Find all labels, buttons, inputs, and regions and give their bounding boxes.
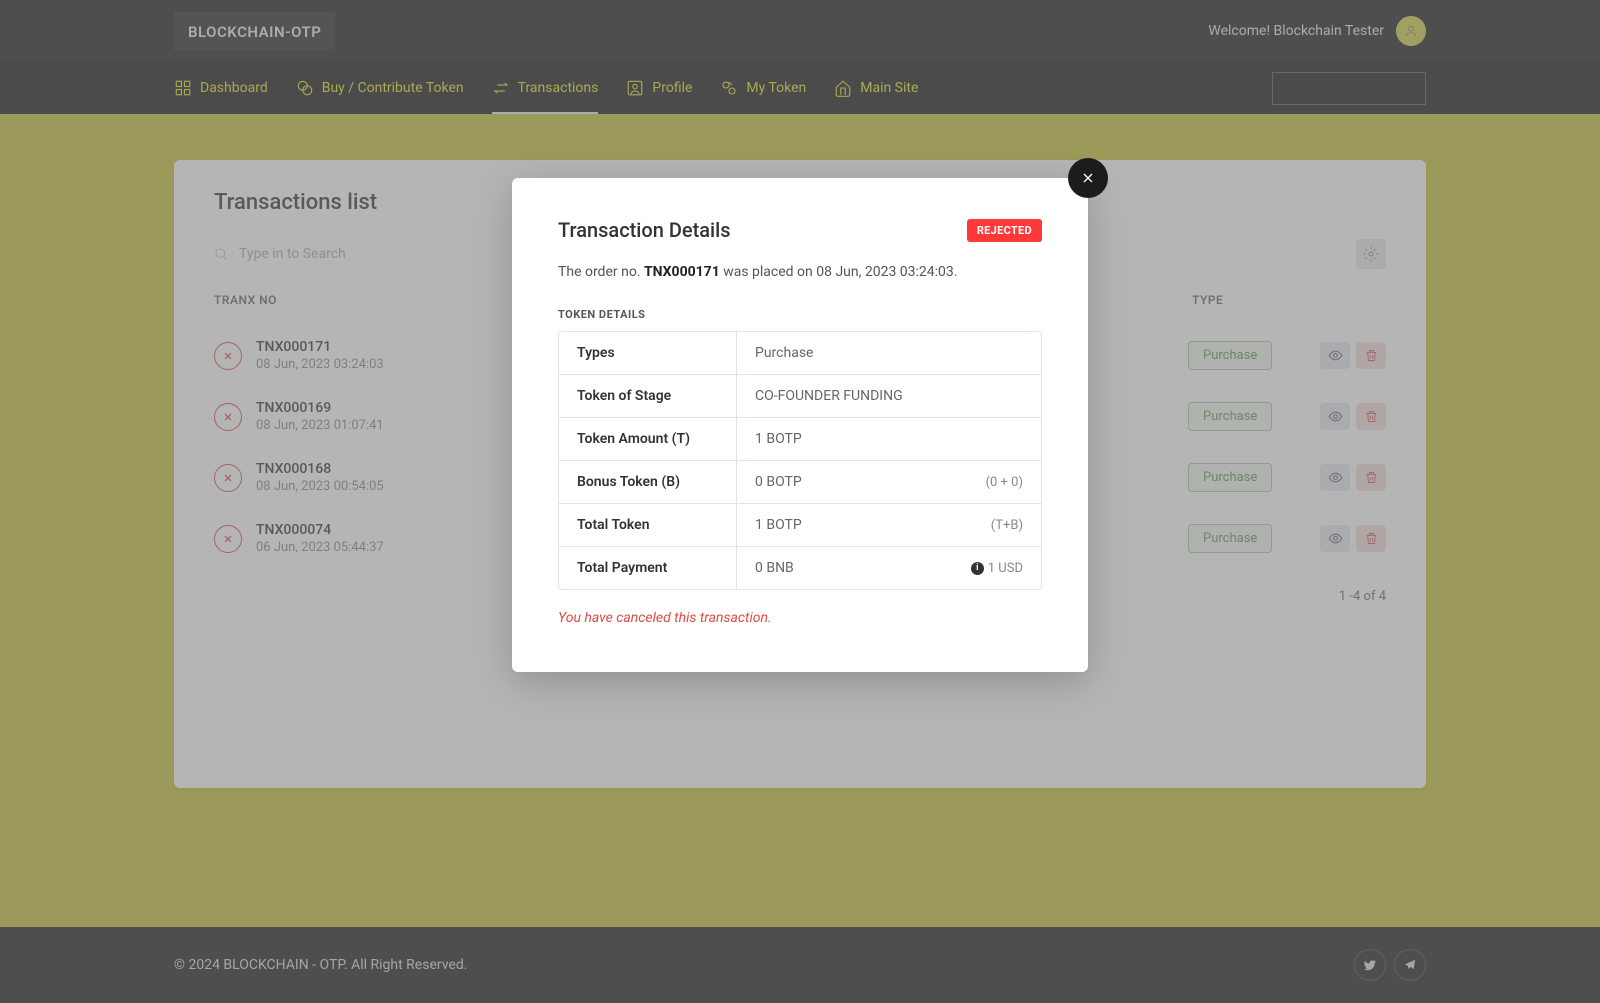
modal-title: Transaction Details — [558, 218, 731, 242]
close-button[interactable] — [1068, 158, 1108, 198]
order-number: TNX000171 — [644, 264, 720, 280]
row-bonus: Bonus Token (B) 0 BOTP(0 + 0) — [559, 461, 1041, 504]
cancel-message: You have canceled this transaction. — [558, 610, 1042, 626]
info-icon: i — [971, 562, 984, 575]
row-amount: Token Amount (T) 1 BOTP — [559, 418, 1041, 461]
details-table: Types Purchase Token of Stage CO-FOUNDER… — [558, 331, 1042, 590]
row-stage: Token of Stage CO-FOUNDER FUNDING — [559, 375, 1041, 418]
transaction-modal: Transaction Details REJECTED The order n… — [512, 178, 1088, 672]
order-line: The order no. TNX000171 was placed on 08… — [558, 264, 1042, 280]
section-label: TOKEN DETAILS — [558, 308, 1042, 321]
row-types: Types Purchase — [559, 332, 1041, 375]
modal-overlay[interactable]: Transaction Details REJECTED The order n… — [0, 0, 1600, 1003]
status-badge: REJECTED — [967, 219, 1042, 242]
modal-header: Transaction Details REJECTED — [558, 218, 1042, 242]
row-total: Total Token 1 BOTP(T+B) — [559, 504, 1041, 547]
close-icon — [1080, 170, 1096, 186]
row-payment: Total Payment 0 BNBi1 USD — [559, 547, 1041, 589]
